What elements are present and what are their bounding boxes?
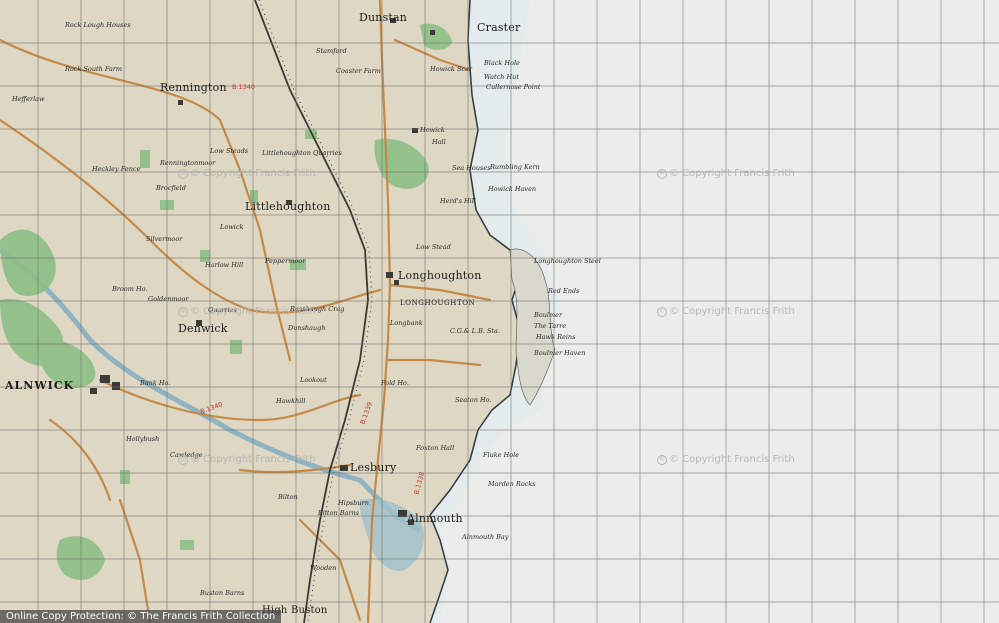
- place-bilton-barns: Bilton Barns: [318, 509, 359, 517]
- place-rumbling-kern: Rumbling Kern: [490, 163, 540, 171]
- place-buston-barns: Buston Barns: [200, 589, 245, 597]
- place-cg-lb-station: C.G.& L.B. Sta.: [450, 327, 500, 335]
- place-heckley-fence: Heckley Fence: [92, 165, 141, 173]
- place-stamford: Stamford: [316, 47, 347, 55]
- place-littlehoughton-quarries: Littlehoughton Quarries: [262, 149, 342, 157]
- place-hawkhill: Hawkhill: [276, 397, 306, 405]
- road-b1340-north: B.1340: [232, 83, 256, 91]
- parish-label-longhoughton: LONGHOUGHTON: [400, 299, 476, 307]
- copy-protection-footer: Online Copy Protection: © The Francis Fr…: [0, 610, 282, 623]
- place-peppermoor: Peppermoor: [265, 257, 306, 265]
- place-bilton: Bilton: [278, 493, 298, 501]
- watermark-bottom-right: © © Copyright Francis Frith: [657, 454, 795, 465]
- place-dunstan: Dunstan: [359, 11, 408, 24]
- place-silvermoor: Silvermoor: [146, 235, 183, 243]
- place-harlow-hill: Harlow Hill: [205, 261, 244, 269]
- place-low-stead: Low Stead: [416, 243, 451, 251]
- watermark-top-right: © © Copyright Francis Frith: [657, 168, 795, 179]
- place-dunshaugh: Dunshaugh: [288, 324, 326, 332]
- place-seaton-ho: Seaton Ho.: [455, 396, 492, 404]
- place-rock-lough-houses: Rock Lough Houses: [65, 21, 131, 29]
- place-bank-ho: Bank Ho.: [140, 379, 171, 387]
- copyright-icon: ©: [657, 455, 667, 465]
- place-goldenmoor: Goldenmoor: [148, 295, 189, 303]
- place-rennington: Rennington: [160, 81, 227, 94]
- place-longhoughton-steel: Longhoughton Steel: [534, 257, 601, 265]
- place-rock-south-farm: Rock South Farm: [65, 65, 123, 73]
- place-coaster-farm: Coaster Farm: [336, 67, 381, 75]
- place-red-ends: Red Ends: [548, 287, 580, 295]
- place-longbank: Longbank: [390, 319, 423, 327]
- place-foxton-hall: Foxton Hall: [416, 444, 455, 452]
- place-renningtonmoor: Renningtonmoor: [160, 159, 216, 167]
- place-cullernose-point: Cullernose Point: [486, 83, 541, 91]
- place-brocfield: Brocfield: [156, 184, 186, 192]
- place-broom-ho: Broom Ho.: [112, 285, 148, 293]
- place-marden-rocks: Marden Rocks: [488, 480, 536, 488]
- place-howick-scar: Howick Scar: [430, 65, 472, 73]
- place-denwick: Denwick: [178, 322, 228, 335]
- place-boulmer-haven: Boulmer Haven: [534, 349, 586, 357]
- place-herds-hill: Herd's Hill: [440, 197, 476, 205]
- place-hawk-reins: Hawk Reins: [536, 333, 576, 341]
- place-lesbury: Lesbury: [350, 461, 397, 474]
- copyright-icon: ©: [178, 169, 188, 179]
- watermark-mid-right: © © Copyright Francis Frith: [657, 306, 795, 317]
- place-wooden: Wooden: [310, 564, 337, 572]
- place-low-steads: Low Steads: [210, 147, 249, 155]
- place-hefferlaw: Hefferlaw: [12, 95, 45, 103]
- copyright-icon: ©: [178, 307, 188, 317]
- place-littlehoughton: Littlehoughton: [245, 200, 331, 213]
- place-howick-haven: Howick Haven: [488, 185, 537, 193]
- place-boulmer: Boulmer: [534, 311, 563, 319]
- watermark-top-left: © © Copyright Francis Frith: [178, 168, 316, 179]
- watermark-bottom-left: © © Copyright Francis Frith: [178, 454, 316, 465]
- watermark-mid-left: © © Copyright Francis Frith: [178, 306, 316, 317]
- place-alnmouth: Alnmouth: [407, 512, 463, 525]
- place-lowick: Lowick: [220, 223, 244, 231]
- place-fluke-hole: Fluke Hole: [483, 451, 520, 459]
- copyright-icon: ©: [657, 169, 667, 179]
- copyright-icon: ©: [178, 455, 188, 465]
- copyright-icon: ©: [657, 307, 667, 317]
- place-sea-houses: Sea Houses: [452, 164, 491, 172]
- place-hollybush: Hollybush: [126, 435, 160, 443]
- place-hipsburn: Hipsburn: [338, 499, 369, 507]
- place-fold-ho: Fold Ho.: [381, 379, 409, 387]
- place-longhoughton: Longhoughton: [398, 269, 482, 282]
- place-watch-hut: Watch Hut: [484, 73, 519, 81]
- place-alnwick: ALNWICK: [5, 379, 75, 392]
- place-craster: Craster: [477, 21, 521, 34]
- place-howick-hall: Hall: [432, 138, 446, 146]
- place-alnmouth-bay: Alnmouth Bay: [462, 533, 509, 541]
- place-howick: Howick: [420, 126, 445, 134]
- map-canvas[interactable]: [0, 0, 999, 623]
- place-lookout: Lookout: [300, 376, 327, 384]
- place-the-tarre: The Tarre: [534, 322, 567, 330]
- place-black-hole: Black Hole: [484, 59, 520, 67]
